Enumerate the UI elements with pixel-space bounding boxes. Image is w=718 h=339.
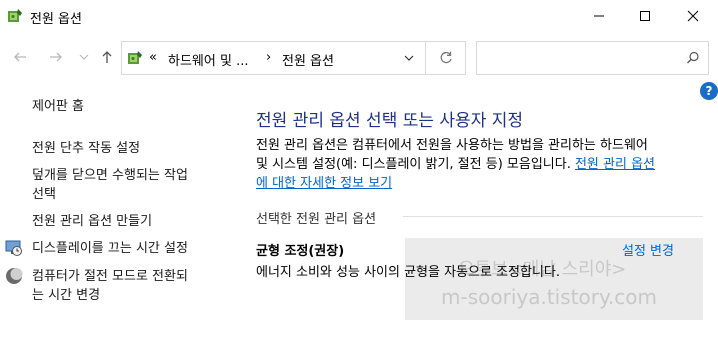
back-button[interactable] <box>9 46 31 68</box>
refresh-button[interactable] <box>426 41 466 75</box>
up-button[interactable] <box>96 46 118 68</box>
maximize-button[interactable] <box>622 0 668 32</box>
recent-locations-button[interactable] <box>73 46 95 68</box>
power-plans-info-link[interactable]: 전원 관리 옵션 <box>575 157 655 172</box>
chevron-down-icon <box>404 55 414 61</box>
close-icon <box>687 10 699 22</box>
change-plan-settings-link[interactable]: 설정 변경 <box>622 240 674 259</box>
breadcrumb-separator[interactable]: › <box>266 50 271 65</box>
description: 전원 관리 옵션은 컴퓨터에서 전원을 사용하는 방법을 관리하는 하드웨어 및… <box>256 136 716 193</box>
maximize-icon <box>640 11 650 21</box>
chevron-down-icon <box>79 54 89 60</box>
breadcrumb-overflow[interactable]: « <box>149 50 157 65</box>
minimize-icon <box>594 15 604 17</box>
sleep-moon-icon <box>6 268 23 284</box>
page-title: 전원 관리 옵션 선택 또는 사용자 지정 <box>256 111 524 131</box>
title-bar: 전원 옵션 <box>0 0 718 34</box>
window-title: 전원 옵션 <box>30 12 82 27</box>
power-options-icon <box>8 9 22 22</box>
sidebar-item-power-button[interactable]: 전원 단추 작동 설정 <box>32 139 140 158</box>
sidebar-control-panel-home[interactable]: 제어판 홈 <box>32 97 84 116</box>
address-bar[interactable]: « 하드웨어 및 ... › 전원 옵션 <box>121 41 426 75</box>
plan-description: 에너지 소비와 성능 사이의 균형을 자동으로 조정합니다. <box>256 265 561 280</box>
display-clock-icon <box>5 240 22 256</box>
arrow-left-icon <box>14 52 26 62</box>
forward-button[interactable] <box>45 46 67 68</box>
search-input[interactable] <box>476 41 709 75</box>
sidebar-item-lid-close-line2[interactable]: 선택 <box>32 185 56 204</box>
refresh-icon <box>440 51 452 64</box>
power-options-icon <box>128 51 142 64</box>
plan-name: 균형 조정(권장) <box>256 244 345 259</box>
sidebar-item-create-plan[interactable]: 전원 관리 옵션 만들기 <box>32 212 152 231</box>
help-button[interactable]: ? <box>700 82 718 100</box>
close-button[interactable] <box>670 0 716 32</box>
breadcrumb-hardware[interactable]: 하드웨어 및 ... <box>168 50 248 69</box>
minimize-button[interactable] <box>576 0 622 32</box>
search-icon <box>687 51 699 64</box>
sidebar-item-display-off[interactable]: 디스플레이를 끄는 시간 설정 <box>32 239 188 258</box>
description-line2: 및 시스템 설정(예: 디스플레이 밝기, 절전 등) 모음입니다. <box>256 157 575 172</box>
address-dropdown-button[interactable] <box>394 41 424 75</box>
sidebar-item-lid-close-line1[interactable]: 덮개를 닫으면 수행되는 작업 <box>32 166 188 185</box>
breadcrumb-power-options[interactable]: 전원 옵션 <box>282 50 334 69</box>
sidebar-item-sleep-line2[interactable]: 는 시간 변경 <box>32 286 100 305</box>
section-divider <box>403 216 703 217</box>
sidebar-item-sleep-line1[interactable]: 컴퓨터가 절전 모드로 전환되 <box>32 267 188 286</box>
watermark-line2: m-sooriya.tistory.com <box>441 285 657 309</box>
arrow-right-icon <box>50 52 62 62</box>
section-title: 선택한 전원 관리 옵션 <box>256 212 377 227</box>
arrow-up-icon <box>102 51 112 63</box>
description-line1: 전원 관리 옵션은 컴퓨터에서 전원을 사용하는 방법을 관리하는 하드웨어 <box>256 138 648 153</box>
power-plans-info-link-cont[interactable]: 에 대한 자세한 정보 보기 <box>256 176 392 191</box>
